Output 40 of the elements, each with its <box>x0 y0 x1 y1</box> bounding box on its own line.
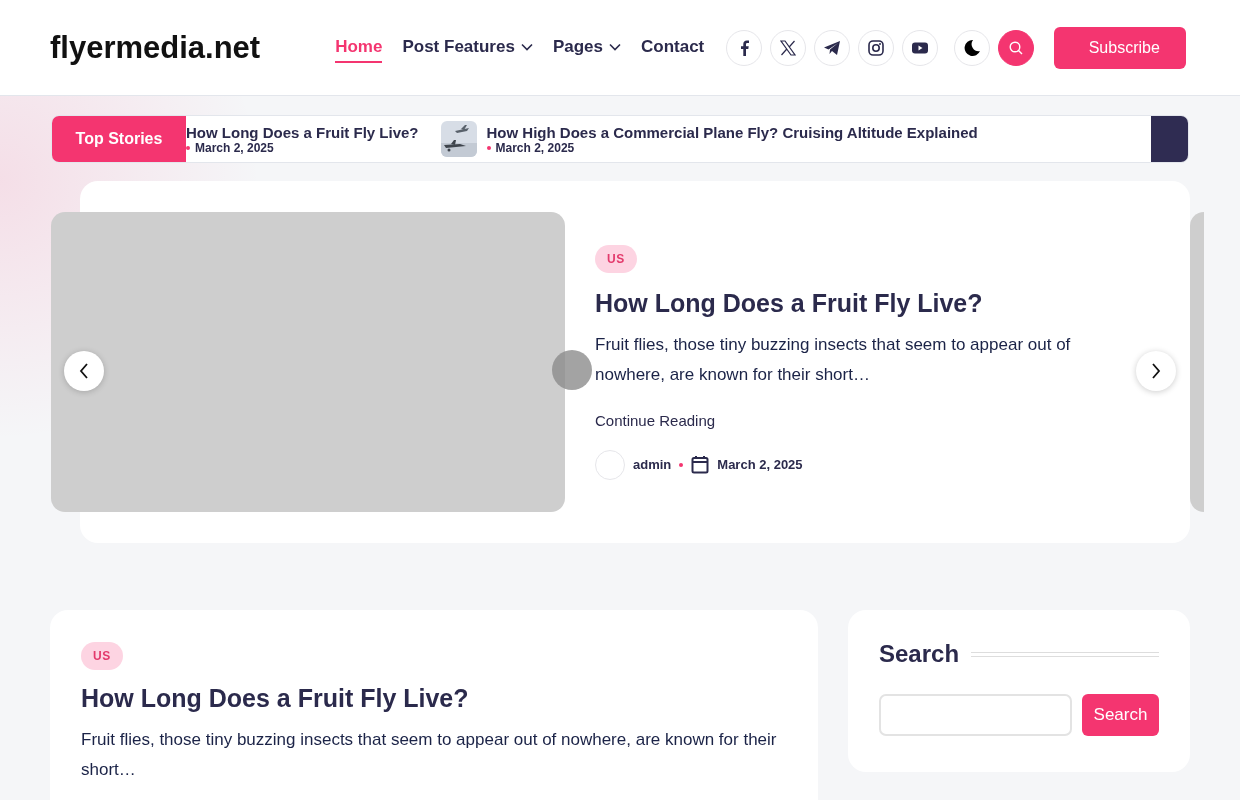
social-button[interactable] <box>814 29 851 66</box>
search-button[interactable] <box>998 29 1035 66</box>
facebook-icon <box>739 39 749 56</box>
nav-link[interactable]: Home <box>335 32 383 63</box>
social-button[interactable] <box>858 29 895 66</box>
post-date: March 2, 2025 <box>717 457 803 472</box>
instagram-icon <box>868 39 885 56</box>
calendar-icon <box>691 455 710 474</box>
search-icon <box>1009 40 1024 55</box>
site-logo[interactable]: flyermedia.net <box>50 29 261 66</box>
ticker-headline[interactable]: How High Does a Commercial Plane Fly? Cruising Altitude Explained <box>486 123 978 141</box>
widget-title: Search <box>879 640 960 668</box>
search-submit-button[interactable]: Search <box>1082 694 1159 736</box>
ticker-label: Top Stories <box>52 116 186 162</box>
ticker-date: March 2, 2025 <box>186 140 419 155</box>
post-title[interactable]: How Long Does a Fruit Fly Live? <box>595 288 1095 318</box>
post-excerpt: Fruit flies, those tiny buzzing insects that seem to appear out of nowhere, are known for their short… <box>595 333 1072 386</box>
search-field[interactable] <box>879 694 1072 736</box>
social-button[interactable] <box>902 29 939 66</box>
social-button[interactable] <box>770 29 807 66</box>
post-title[interactable]: How Long Does a Fruit Fly Live? <box>81 684 787 713</box>
nav-link[interactable]: Post Features <box>402 32 533 63</box>
chevron-right-icon <box>1151 363 1161 379</box>
subscribe-button[interactable]: Subscribe <box>1054 26 1187 69</box>
slider-dot[interactable] <box>552 350 592 390</box>
moon-icon <box>963 38 982 57</box>
author-name[interactable]: admin <box>633 457 672 472</box>
paper-plane-icon <box>823 39 842 56</box>
social-button[interactable] <box>726 29 763 66</box>
nav-link[interactable]: Contact <box>640 32 705 63</box>
x-icon <box>780 39 797 56</box>
dark-mode-button[interactable] <box>954 29 991 66</box>
continue-reading-link[interactable]: Continue Reading <box>595 411 716 429</box>
next-button[interactable] <box>1136 351 1176 391</box>
nav-link[interactable]: Pages <box>552 32 621 63</box>
youtube-icon <box>912 41 929 54</box>
chevron-left-icon <box>79 363 89 379</box>
ticker-headline[interactable]: How Long Does a Fruit Fly Live? <box>186 123 419 141</box>
post-excerpt: Fruit flies, those tiny buzzing insects that seem to appear out of nowhere, are known for their short… <box>81 729 778 781</box>
ticker-date: March 2, 2025 <box>486 140 978 155</box>
